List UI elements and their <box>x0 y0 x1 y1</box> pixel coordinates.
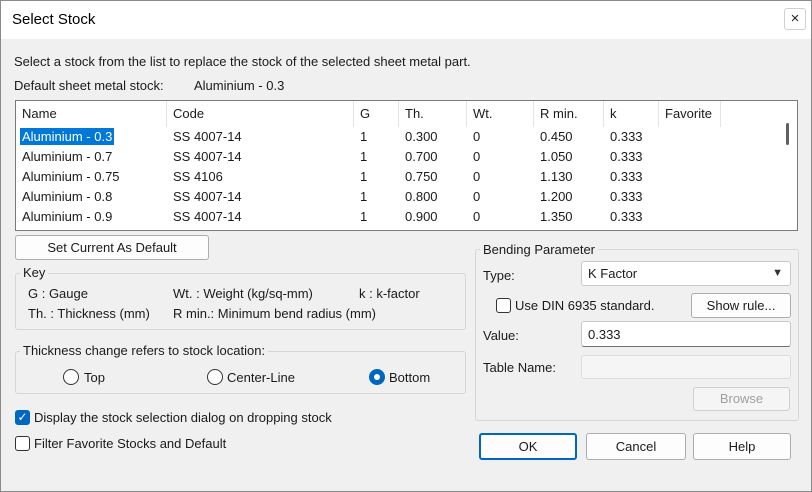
radio-center-line-label: Center-Line <box>227 370 295 385</box>
cell-k: 0.333 <box>610 129 643 144</box>
key-group <box>15 273 466 330</box>
table-name-label: Table Name: <box>483 360 556 375</box>
cell-name: Aluminium - 0.9 <box>22 209 113 224</box>
key-thickness: Th. : Thickness (mm) <box>28 306 150 321</box>
browse-button[interactable]: Browse <box>693 387 790 411</box>
column-header-rmin[interactable]: R min. <box>534 101 604 127</box>
cell-code: SS 4007-14 <box>173 189 242 204</box>
close-button[interactable]: × <box>784 8 806 30</box>
column-header-favorite[interactable]: Favorite <box>659 101 721 127</box>
cell-name: Aluminium - 0.8 <box>22 189 113 204</box>
cell-rmin: 1.130 <box>540 169 573 184</box>
cell-weight: 0 <box>473 149 481 164</box>
din-label: Use DIN 6935 standard. <box>515 298 655 313</box>
cell-gauge: 1 <box>360 149 368 164</box>
dialog-title: Select Stock <box>12 11 96 28</box>
table-name-input[interactable] <box>581 355 791 379</box>
key-rmin: R min.: Minimum bend radius (mm) <box>173 306 376 321</box>
type-select[interactable]: K Factor ▼ <box>581 261 791 286</box>
vertical-scrollbar[interactable] <box>778 101 797 230</box>
scrollbar-thumb[interactable] <box>786 123 789 145</box>
radio-bottom-label: Bottom <box>389 370 431 385</box>
cell-thickness: 0.300 <box>405 129 438 144</box>
cell-code: SS 4007-14 <box>173 129 242 144</box>
din-checkbox[interactable] <box>496 298 511 313</box>
table-row[interactable]: Aluminium - 0.9 SS 4007-14 1 0.900 0 1.3… <box>16 207 778 227</box>
cell-k: 0.333 <box>610 209 643 224</box>
radio-bottom[interactable] <box>369 369 385 385</box>
cell-thickness: 0.900 <box>405 209 438 224</box>
list-header: Name Code G Th. Wt. R min. k Favorite <box>16 101 778 127</box>
cancel-button[interactable]: Cancel <box>586 433 686 460</box>
key-gauge: G : Gauge <box>28 286 88 301</box>
cell-code: SS 4007-14 <box>173 209 242 224</box>
cell-gauge: 1 <box>360 169 368 184</box>
cell-code: SS 4106 <box>173 169 223 184</box>
cell-thickness: 0.800 <box>405 189 438 204</box>
cell-k: 0.333 <box>610 149 643 164</box>
cell-k: 0.333 <box>610 189 643 204</box>
cell-name: Aluminium - 0.7 <box>22 149 113 164</box>
table-row[interactable]: Aluminium - 0.8 SS 4007-14 1 0.800 0 1.2… <box>16 187 778 207</box>
type-select-value: K Factor <box>588 266 638 281</box>
cell-rmin: 1.050 <box>540 149 573 164</box>
filter-favorites-label: Filter Favorite Stocks and Default <box>34 436 227 451</box>
set-current-as-default-button[interactable]: Set Current As Default <box>15 235 209 260</box>
column-header-k[interactable]: k <box>604 101 659 127</box>
cell-k: 0.333 <box>610 169 643 184</box>
default-stock-value: Aluminium - 0.3 <box>194 78 285 93</box>
cell-weight: 0 <box>473 209 481 224</box>
value-label: Value: <box>483 328 519 343</box>
cell-gauge: 1 <box>360 189 368 204</box>
table-row[interactable]: Aluminium - 0.3 SS 4007-14 1 0.300 0 0.4… <box>16 127 778 147</box>
radio-top[interactable] <box>63 369 79 385</box>
column-header-weight[interactable]: Wt. <box>467 101 534 127</box>
chevron-down-icon: ▼ <box>772 267 783 279</box>
key-group-title: Key <box>20 265 49 280</box>
cell-rmin: 1.200 <box>540 189 573 204</box>
radio-center-line[interactable] <box>207 369 223 385</box>
column-header-name[interactable]: Name <box>16 101 167 127</box>
key-kfactor: k : k-factor <box>359 286 420 301</box>
column-header-thickness[interactable]: Th. <box>399 101 467 127</box>
bending-parameter-title: Bending Parameter <box>480 242 599 257</box>
close-icon: × <box>790 10 800 27</box>
cell-gauge: 1 <box>360 209 368 224</box>
cell-thickness: 0.750 <box>405 169 438 184</box>
thickness-change-title: Thickness change refers to stock locatio… <box>20 343 269 358</box>
type-label: Type: <box>483 268 515 283</box>
checkmark-icon: ✓ <box>17 410 28 424</box>
cell-rmin: 1.350 <box>540 209 573 224</box>
stock-list[interactable]: Name Code G Th. Wt. R min. k Favorite Al… <box>15 100 798 231</box>
select-stock-dialog: Select Stock × Select a stock from the l… <box>0 0 812 492</box>
cell-rmin: 0.450 <box>540 129 573 144</box>
default-stock-label: Default sheet metal stock: <box>14 78 164 93</box>
cell-name: Aluminium - 0.3 <box>18 127 116 146</box>
value-input[interactable] <box>581 321 791 347</box>
table-row[interactable]: Aluminium - 0.75 SS 4106 1 0.750 0 1.130… <box>16 167 778 187</box>
cell-code: SS 4007-14 <box>173 149 242 164</box>
title-bar: Select Stock × <box>1 1 811 39</box>
cell-weight: 0 <box>473 129 481 144</box>
show-rule-button[interactable]: Show rule... <box>691 293 791 318</box>
key-weight: Wt. : Weight (kg/sq-mm) <box>173 286 313 301</box>
column-header-code[interactable]: Code <box>167 101 354 127</box>
filter-favorites-checkbox[interactable] <box>15 436 30 451</box>
column-header-gauge[interactable]: G <box>354 101 399 127</box>
cell-weight: 0 <box>473 169 481 184</box>
cell-thickness: 0.700 <box>405 149 438 164</box>
help-button[interactable]: Help <box>693 433 791 460</box>
ok-button[interactable]: OK <box>479 433 577 460</box>
intro-text: Select a stock from the list to replace … <box>14 54 471 69</box>
cell-name: Aluminium - 0.75 <box>22 169 120 184</box>
display-dialog-checkbox[interactable]: ✓ <box>15 410 30 425</box>
cell-gauge: 1 <box>360 129 368 144</box>
table-row[interactable]: Aluminium - 0.7 SS 4007-14 1 0.700 0 1.0… <box>16 147 778 167</box>
radio-top-label: Top <box>84 370 105 385</box>
display-dialog-label: Display the stock selection dialog on dr… <box>34 410 332 425</box>
cell-weight: 0 <box>473 189 481 204</box>
